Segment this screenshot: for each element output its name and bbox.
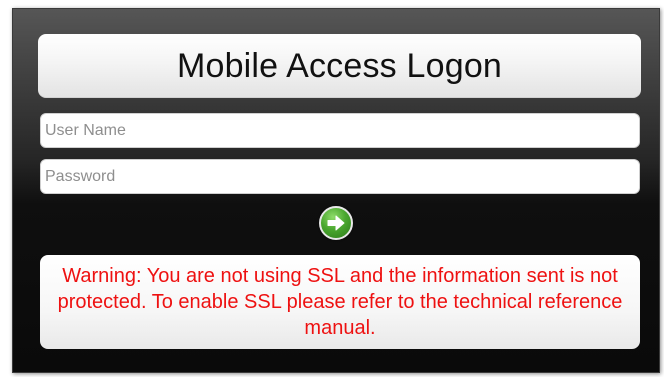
- page-title: Mobile Access Logon: [176, 46, 503, 85]
- title-banner: Mobile Access Logon: [38, 34, 641, 98]
- ssl-warning-box: Warning: You are not using SSL and the i…: [40, 255, 640, 349]
- arrow-right-icon: [327, 215, 345, 231]
- ssl-warning-text: Warning: You are not using SSL and the i…: [57, 265, 623, 339]
- submit-button[interactable]: [319, 206, 353, 240]
- logon-panel: Mobile Access Logon Warning: You are not…: [12, 8, 660, 373]
- password-field[interactable]: [40, 159, 640, 194]
- username-field[interactable]: [40, 113, 640, 148]
